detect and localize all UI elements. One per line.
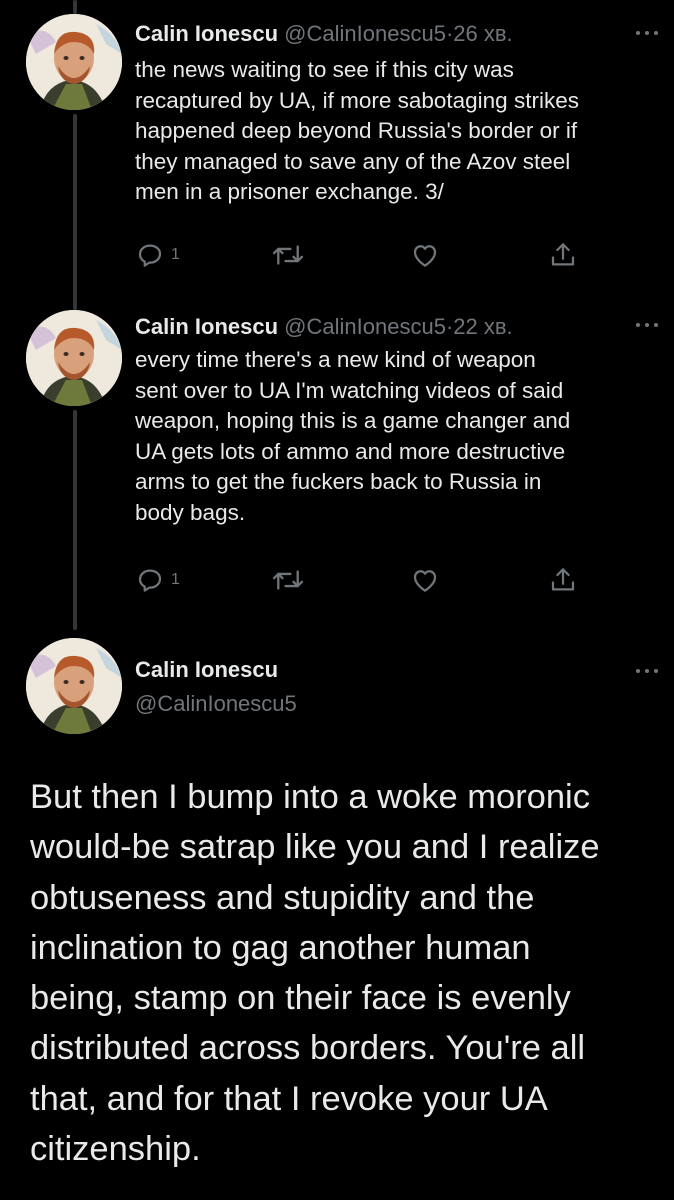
retweet-icon: [272, 245, 304, 265]
avatar[interactable]: [26, 14, 122, 110]
more-options-icon[interactable]: [636, 320, 660, 330]
tweet-text: the news waiting to see if this city was…: [135, 57, 579, 204]
share-button[interactable]: [548, 563, 578, 597]
timestamp[interactable]: 26 хв.: [453, 21, 512, 46]
tweet-header: Calin Ionescu @CalinIonescu5·22 хв.: [135, 312, 513, 342]
like-button[interactable]: [410, 563, 440, 597]
reply-button[interactable]: 1: [135, 563, 180, 597]
reply-count: 1: [171, 571, 180, 588]
share-button[interactable]: [548, 238, 578, 272]
tweet-actions: 1: [135, 563, 595, 597]
timestamp[interactable]: 22 хв.: [453, 314, 512, 339]
author-handle[interactable]: @CalinIonescu5: [135, 689, 297, 719]
avatar-image: [26, 14, 122, 110]
reply-count: 1: [171, 246, 180, 263]
like-icon: [413, 245, 437, 267]
reply-button[interactable]: 1: [135, 238, 180, 272]
thread-connector: [73, 114, 77, 310]
main-tweet-author: Calin Ionescu @CalinIonescu5: [135, 655, 297, 719]
more-options-icon[interactable]: [636, 666, 660, 676]
author-name[interactable]: Calin Ionescu: [135, 21, 278, 46]
share-icon: [551, 568, 575, 591]
author-name[interactable]: Calin Ionescu: [135, 314, 278, 339]
tweet-actions: 1: [135, 238, 595, 272]
like-icon: [413, 570, 437, 592]
tweet-thread: Calin Ionescu @CalinIonescu5·26 хв. the …: [0, 0, 674, 1200]
avatar[interactable]: [26, 638, 122, 734]
author-handle[interactable]: @CalinIonescu5: [284, 314, 446, 339]
avatar-image: [26, 310, 122, 406]
thread-connector: [73, 410, 77, 630]
reply-icon: [138, 569, 162, 592]
thread-connector: [73, 0, 77, 14]
share-icon: [551, 243, 575, 266]
avatar[interactable]: [26, 310, 122, 406]
like-button[interactable]: [410, 238, 440, 272]
author-name[interactable]: Calin Ionescu: [135, 655, 297, 685]
retweet-button[interactable]: [271, 563, 305, 597]
more-options-icon[interactable]: [636, 28, 660, 38]
retweet-button[interactable]: [271, 238, 305, 272]
retweet-icon: [272, 570, 304, 590]
avatar-image: [26, 638, 122, 734]
tweet-header: Calin Ionescu @CalinIonescu5·26 хв.: [135, 19, 513, 49]
reply-icon: [138, 244, 162, 267]
tweet-text: every time there's a new kind of weapon …: [135, 347, 571, 525]
main-tweet-text: But then I bump into a woke moronic woul…: [30, 778, 600, 1169]
author-handle[interactable]: @CalinIonescu5: [284, 21, 446, 46]
